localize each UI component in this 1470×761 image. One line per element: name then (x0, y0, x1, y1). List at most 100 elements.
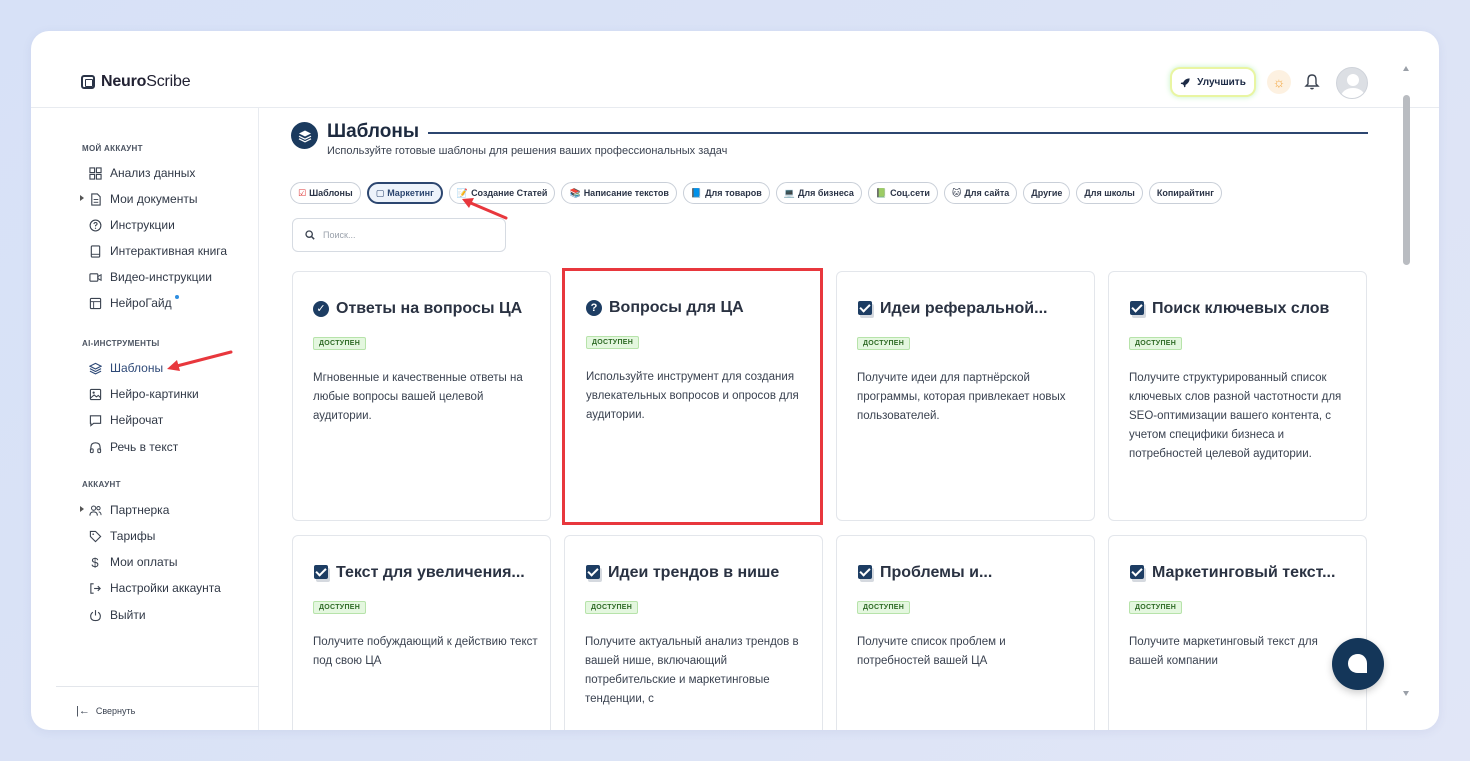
chip-other[interactable]: Другие (1023, 182, 1071, 204)
rocket-icon (1180, 77, 1190, 87)
template-card-niche-trends[interactable]: Идеи трендов в нише ДОСТУПЕН Получите ак… (564, 535, 823, 730)
question-circle-icon: ? (586, 299, 603, 317)
chip-label: Для бизнеса (797, 188, 854, 198)
card-title: Текст для увеличения... (336, 564, 525, 581)
card-description: Получите список проблем и потребностей в… (857, 636, 1006, 667)
scroll-down-arrow-icon[interactable] (1403, 691, 1409, 696)
card-title: Проблемы и... (880, 564, 993, 581)
sidebar-item-templates[interactable]: Шаблоны (88, 360, 163, 376)
sidebar-item-my-documents[interactable]: Мои документы (80, 191, 198, 207)
chip-label: Написание текстов (583, 188, 669, 198)
document-icon (88, 192, 102, 206)
sidebar-item-label: Выйти (110, 608, 146, 622)
chip-label: Для товаров (705, 188, 762, 198)
chip-business[interactable]: 💻 Для бизнеса (775, 182, 862, 204)
expand-caret-icon[interactable] (80, 195, 84, 201)
sidebar-item-label: Шаблоны (110, 361, 164, 375)
sidebar-item-label: Мои оплаты (110, 555, 178, 569)
chip-text-writing[interactable]: 📚 Написание текстов (561, 182, 677, 204)
collapse-label: Свернуть (95, 706, 136, 716)
sidebar-item-label: НейроГайд (110, 296, 172, 310)
books-icon: 📚 (569, 187, 581, 198)
chip-label: Другие (1031, 188, 1063, 198)
expand-caret-icon[interactable] (80, 506, 84, 512)
cat-icon: 🐱 (951, 187, 962, 198)
checkbox-icon (857, 564, 874, 582)
dollar-icon: $ (91, 554, 99, 570)
sidebar-item-label: Партнерка (110, 503, 170, 517)
sidebar-item-label: Анализ данных (110, 166, 196, 180)
sidebar-item-my-payments[interactable]: $ Мои оплаты (88, 554, 178, 570)
template-card-marketing-text[interactable]: Маркетинговый текст... ДОСТУПЕН Получите… (1108, 535, 1367, 730)
card-description: Получите актуальный анализ трендов в ваш… (585, 636, 799, 705)
chip-products[interactable]: 📘 Для товаров (682, 182, 770, 204)
chip-copywriting[interactable]: Копирайтинг (1148, 182, 1222, 204)
help-circle-icon (88, 218, 102, 232)
logo[interactable]: NeuroScribe (81, 73, 191, 91)
sidebar-item-video-instructions[interactable]: Видео-инструкции (88, 269, 212, 285)
sidebar-item-data-analysis[interactable]: Анализ данных (88, 165, 195, 181)
sidebar-item-label: Видео-инструкции (110, 270, 212, 284)
chip-school[interactable]: Для школы (1076, 182, 1143, 204)
chip-marketing[interactable]: ▢ Маркетинг (366, 182, 443, 204)
card-description: Получите побуждающий к действию текст по… (313, 636, 538, 667)
collapse-sidebar-button[interactable]: |← Свернуть (76, 705, 135, 717)
video-icon (88, 270, 102, 284)
chat-icon (88, 413, 102, 427)
sidebar-item-interactive-book[interactable]: Интерактивная книга (88, 243, 227, 259)
chip-label: Для сайта (964, 188, 1010, 198)
search-input[interactable] (323, 230, 493, 240)
laptop-icon: 💻 (783, 187, 795, 198)
sidebar-item-partner[interactable]: Партнерка (80, 502, 170, 518)
upgrade-button[interactable]: Улучшить (1172, 69, 1254, 95)
status-badge: ДОСТУПЕН (586, 336, 640, 349)
avatar[interactable] (1336, 67, 1368, 99)
templates-layers-icon (291, 122, 318, 149)
template-card-referral-ideas[interactable]: Идеи реферальной... ДОСТУПЕН Получите ид… (836, 271, 1095, 521)
logo-icon (81, 75, 95, 89)
scroll-thumb[interactable] (1403, 95, 1410, 265)
sidebar-item-neuroguide[interactable]: НейроГайд (88, 295, 179, 311)
support-chat-button[interactable] (1332, 638, 1384, 690)
card-title: Идеи трендов в нише (608, 564, 780, 581)
status-badge: ДОСТУПЕН (313, 601, 367, 614)
template-card-keyword-search[interactable]: Поиск ключевых слов ДОСТУПЕН Получите ст… (1108, 271, 1367, 521)
template-card-audience-answers[interactable]: ✓ Ответы на вопросы ЦА ДОСТУПЕН Мгновенны… (292, 271, 551, 521)
card-title: Маркетинговый текст... (1152, 564, 1336, 581)
sidebar-item-neuro-images[interactable]: Нейро-картинки (88, 386, 199, 402)
sidebar-divider (56, 686, 259, 687)
sidebar-item-instructions[interactable]: Инструкции (88, 217, 175, 233)
card-description: Получите маркетинговый текст для вашей к… (1129, 636, 1318, 667)
status-badge: ДОСТУПЕН (585, 601, 639, 614)
template-card-audience-questions[interactable]: ? Вопросы для ЦА ДОСТУПЕН Используйте инс… (562, 268, 823, 525)
app-window: NeuroScribe Улучшить ☼ МОЙ АККАУНТ Анали… (31, 31, 1439, 730)
status-badge: ДОСТУПЕН (857, 337, 911, 350)
sidebar-item-label: Мои документы (110, 192, 198, 206)
chip-label: Соц.сети (890, 188, 930, 198)
top-bar: NeuroScribe Улучшить ☼ (31, 31, 1439, 108)
template-card-conversion-text[interactable]: Текст для увеличения... ДОСТУПЕН Получит… (292, 535, 551, 730)
sidebar-item-account-settings[interactable]: Настройки аккаунта (88, 580, 221, 596)
search-box[interactable] (292, 218, 506, 252)
chip-social[interactable]: 📗 Соц.сети (867, 182, 938, 204)
chip-templates[interactable]: ☑ Шаблоны (290, 182, 361, 204)
theme-toggle-sun-icon[interactable]: ☼ (1267, 70, 1291, 94)
sidebar-item-label: Интерактивная книга (110, 244, 228, 258)
status-badge: ДОСТУПЕН (857, 601, 911, 614)
users-icon (88, 503, 102, 517)
checkbox-icon (585, 564, 602, 582)
sidebar-item-tariffs[interactable]: Тарифы (88, 528, 155, 544)
sidebar-item-label: Инструкции (110, 218, 175, 232)
layers-icon (88, 361, 102, 375)
chip-article-creation[interactable]: 📝 Создание Статей (448, 182, 556, 204)
sidebar-item-speech-to-text[interactable]: Речь в текст (88, 439, 178, 455)
scrollbar[interactable] (1402, 61, 1411, 725)
chip-website[interactable]: 🐱 Для сайта (943, 182, 1018, 204)
scroll-up-arrow-icon[interactable] (1403, 66, 1409, 71)
sidebar-item-neurochat[interactable]: Нейрочат (88, 412, 163, 428)
template-card-problems[interactable]: Проблемы и... ДОСТУПЕН Получите список п… (836, 535, 1095, 730)
status-badge: ДОСТУПЕН (1129, 601, 1183, 614)
sidebar-item-logout[interactable]: Выйти (88, 607, 146, 623)
checkbox-icon (1129, 300, 1146, 318)
bell-icon[interactable] (1304, 73, 1320, 91)
